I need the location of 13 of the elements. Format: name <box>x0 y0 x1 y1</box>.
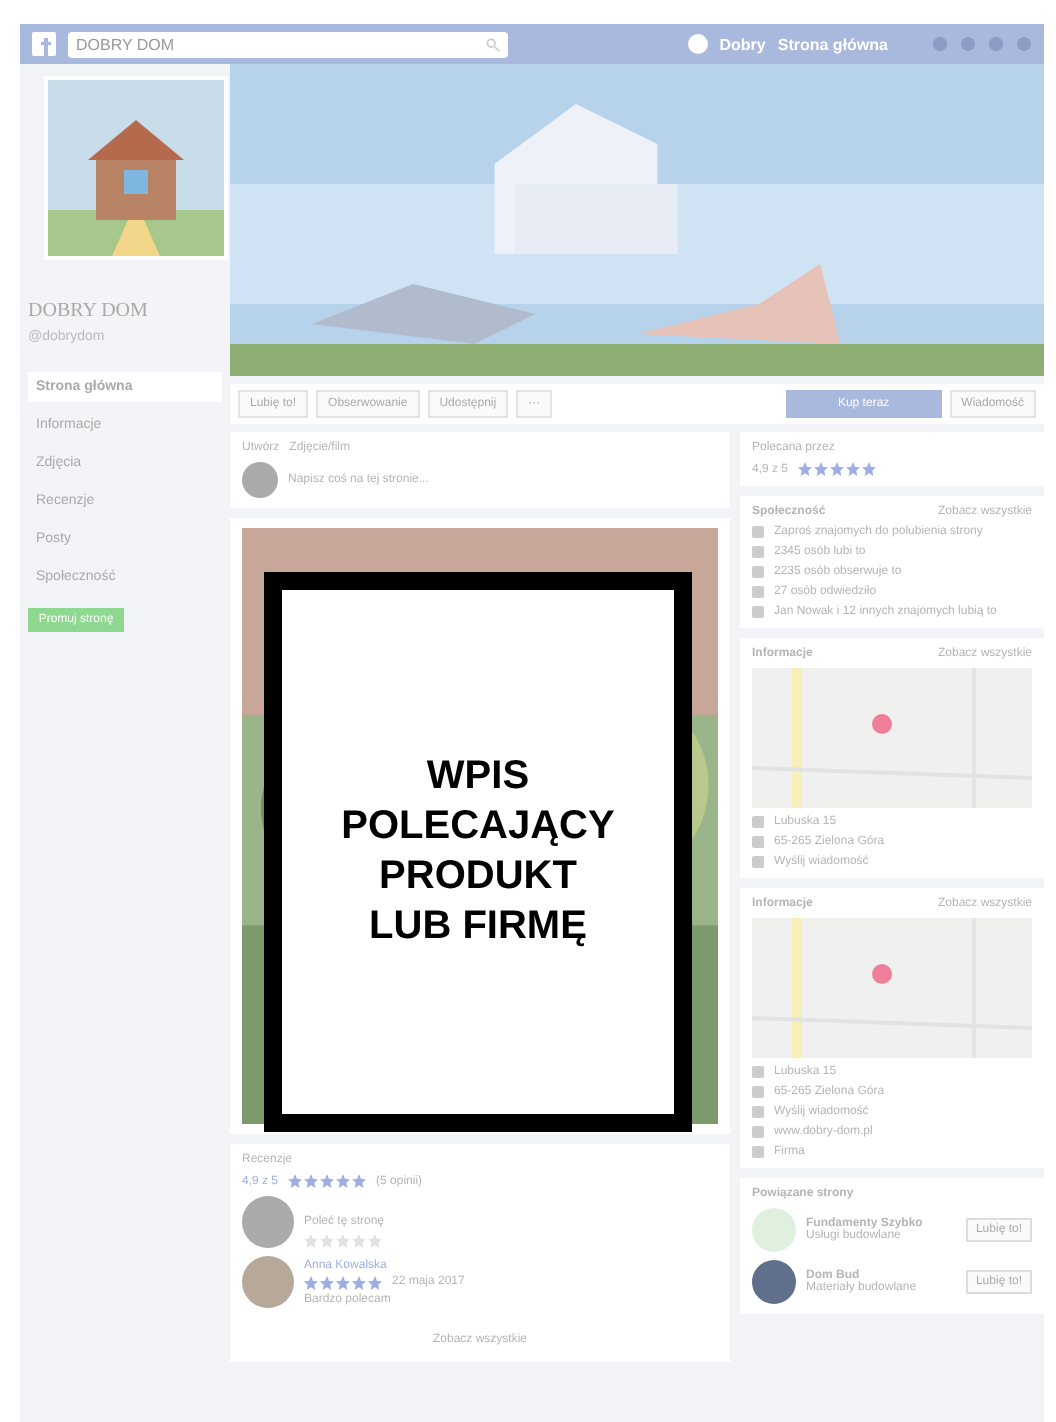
page-avatar <box>752 1208 796 1252</box>
avatar <box>242 1256 294 1308</box>
avatar <box>242 462 278 498</box>
home-link[interactable]: Strona główna <box>777 35 888 53</box>
page-name: DOBRY DOM <box>28 300 150 322</box>
avatar <box>242 1196 294 1248</box>
search-field[interactable]: DOBRY DOM <box>68 31 508 57</box>
avatar[interactable] <box>687 34 708 54</box>
page-avatar <box>752 1260 796 1304</box>
search-icon[interactable] <box>486 37 500 51</box>
profile-link[interactable]: Dobry <box>719 35 766 53</box>
overlay-text: WPIS POLECAJĄCY PRODUKT LUB FIRMĘ <box>341 752 615 952</box>
logo-icon[interactable] <box>32 32 56 56</box>
